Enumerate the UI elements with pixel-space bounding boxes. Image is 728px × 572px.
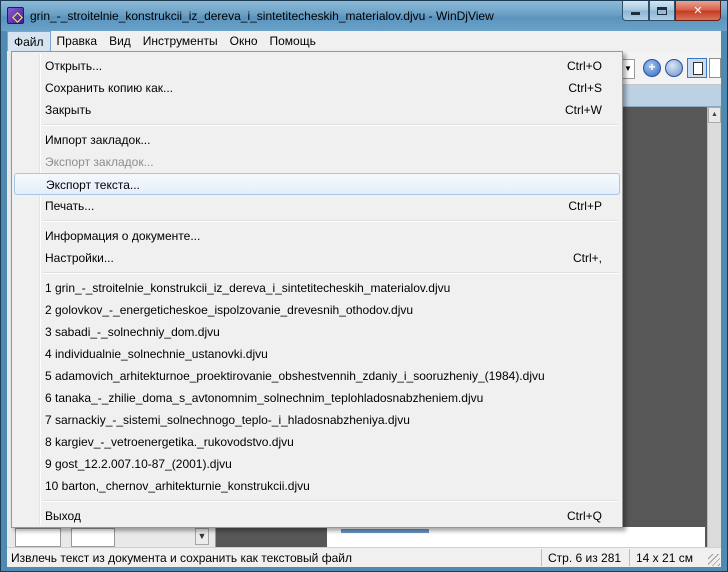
- recent-file-item[interactable]: 10 barton,_chernov_arhitekturnie_konstru…: [14, 475, 620, 497]
- recent-file-label: 10 barton,_chernov_arhitekturnie_konstru…: [45, 479, 310, 493]
- menu-item-label: Настройки...: [45, 251, 114, 265]
- menu-item-import-bookmarks[interactable]: Импорт закладок...: [14, 129, 620, 151]
- recent-file-label: 7 sarnackiy_-_sistemi_solnechnogo_teplo-…: [45, 413, 410, 427]
- recent-file-item[interactable]: 1 grin_-_stroitelnie_konstrukcii_iz_dere…: [14, 277, 620, 299]
- window-title: grin_-_stroitelnie_konstrukcii_iz_dereva…: [30, 9, 494, 23]
- app-window: grin_-_stroitelnie_konstrukcii_iz_dereva…: [0, 0, 728, 572]
- menu-item-open[interactable]: Открыть... Ctrl+O: [14, 55, 620, 77]
- minimize-button[interactable]: [622, 1, 649, 21]
- recent-file-label: 4 individualnie_solnechnie_ustanovki.djv…: [45, 347, 268, 361]
- menu-item-document-info[interactable]: Информация о документе...: [14, 225, 620, 247]
- resize-grip-icon[interactable]: [708, 554, 720, 566]
- menu-item-shortcut: Ctrl+P: [568, 199, 602, 213]
- menu-window[interactable]: Окно: [224, 31, 264, 51]
- menu-separator: [42, 272, 618, 274]
- menu-item-shortcut: Ctrl+,: [572, 251, 602, 265]
- recent-file-item[interactable]: 9 gost_12.2.007.10-87_(2001).djvu: [14, 453, 620, 475]
- menu-item-save-copy[interactable]: Сохранить копию как... Ctrl+S: [14, 77, 620, 99]
- fit-page-icon[interactable]: [665, 59, 683, 77]
- status-page-size: 14 x 21 см: [629, 549, 699, 566]
- menu-item-label: Импорт закладок...: [45, 133, 151, 147]
- menu-item-close[interactable]: Закрыть Ctrl+W: [14, 99, 620, 121]
- menu-item-settings[interactable]: Настройки... Ctrl+,: [14, 247, 620, 269]
- recent-file-item[interactable]: 7 sarnackiy_-_sistemi_solnechnogo_teplo-…: [14, 409, 620, 431]
- page-thumbnail[interactable]: [71, 528, 115, 547]
- menu-item-label: Сохранить копию как...: [45, 81, 173, 95]
- menu-bar: Файл Правка Вид Инструменты Окно Помощь: [7, 31, 721, 51]
- recent-file-item[interactable]: 8 kargiev_-_vetroenergetika._rukovodstvo…: [14, 431, 620, 453]
- menu-separator: [42, 220, 618, 222]
- single-page-button[interactable]: [687, 58, 707, 78]
- menu-item-label: Открыть...: [45, 59, 103, 73]
- file-menu-dropdown: Открыть... Ctrl+O Сохранить копию как...…: [11, 51, 623, 528]
- menu-item-label: Информация о документе...: [45, 229, 201, 243]
- menu-item-shortcut: Ctrl+S: [568, 81, 602, 95]
- menu-separator: [42, 124, 618, 126]
- window-controls: ✕: [622, 1, 721, 21]
- status-bar: Извлечь текст из документа и сохранить к…: [7, 547, 721, 567]
- menu-item-label: Экспорт текста...: [46, 178, 140, 192]
- maximize-icon: [657, 6, 667, 15]
- recent-file-label: 6 tanaka_-_zhilie_doma_s_avtonomnim_soln…: [45, 391, 484, 405]
- status-hint: Извлечь текст из документа и сохранить к…: [11, 551, 352, 565]
- menu-item-print[interactable]: Печать... Ctrl+P: [14, 195, 620, 217]
- recent-file-label: 3 sabadi_-_solnechniy_dom.djvu: [45, 325, 220, 339]
- close-button[interactable]: ✕: [675, 1, 721, 21]
- menu-help[interactable]: Помощь: [264, 31, 322, 51]
- status-page: Стр. 6 из 281: [541, 549, 627, 566]
- windjview-app-icon[interactable]: [7, 7, 24, 24]
- recent-file-label: 2 golovkov_-_energeticheskoe_ispolzovani…: [45, 303, 414, 317]
- recent-file-item[interactable]: 3 sabadi_-_solnechniy_dom.djvu: [14, 321, 620, 343]
- menu-file[interactable]: Файл: [7, 31, 51, 51]
- menu-item-export-text[interactable]: Экспорт текста...: [14, 173, 620, 195]
- close-icon: ✕: [693, 5, 703, 17]
- page-highlight: [341, 529, 429, 533]
- single-page-icon: [693, 62, 703, 75]
- menu-item-label: Печать...: [45, 199, 95, 213]
- menu-view[interactable]: Вид: [103, 31, 137, 51]
- menu-item-label: Закрыть: [45, 103, 92, 117]
- document-tab-strip[interactable]: [621, 85, 721, 107]
- menu-item-export-bookmarks: Экспорт закладок...: [14, 151, 620, 173]
- menu-separator: [42, 500, 618, 502]
- zoom-in-button[interactable]: +: [643, 59, 661, 77]
- minimize-icon: [631, 12, 640, 15]
- toolbar: ▼ +: [621, 51, 721, 85]
- recent-file-label: 9 gost_12.2.007.10-87_(2001).djvu: [45, 457, 232, 471]
- maximize-button[interactable]: [649, 1, 675, 21]
- scroll-down-icon[interactable]: ▼: [195, 528, 209, 545]
- zoom-dropdown-arrow-icon[interactable]: ▼: [621, 59, 635, 79]
- page-thumbnail[interactable]: [15, 528, 61, 547]
- recent-file-item[interactable]: 6 tanaka_-_zhilie_doma_s_avtonomnim_soln…: [14, 387, 620, 409]
- menu-item-shortcut: Ctrl+O: [566, 59, 602, 73]
- menu-item-exit[interactable]: Выход Ctrl+Q: [14, 505, 620, 527]
- menu-item-label: Выход: [45, 509, 81, 523]
- menu-item-shortcut: Ctrl+Q: [566, 509, 602, 523]
- recent-file-label: 8 kargiev_-_vetroenergetika._rukovodstvo…: [45, 435, 294, 449]
- menu-item-shortcut: Ctrl+W: [565, 103, 602, 117]
- recent-file-label: 1 grin_-_stroitelnie_konstrukcii_iz_dere…: [45, 281, 451, 295]
- menu-edit[interactable]: Правка: [51, 31, 104, 51]
- recent-file-item[interactable]: 4 individualnie_solnechnie_ustanovki.djv…: [14, 343, 620, 365]
- menu-item-label: Экспорт закладок...: [45, 155, 154, 169]
- scroll-up-icon[interactable]: ▲: [708, 107, 721, 123]
- continuous-page-button[interactable]: [709, 58, 721, 78]
- menu-tools[interactable]: Инструменты: [137, 31, 224, 51]
- recent-file-label: 5 adamovich_arhitekturnoe_proektirovanie…: [45, 369, 545, 383]
- title-bar[interactable]: grin_-_stroitelnie_konstrukcii_iz_dereva…: [1, 1, 727, 31]
- recent-file-item[interactable]: 5 adamovich_arhitekturnoe_proektirovanie…: [14, 365, 620, 387]
- vertical-scrollbar[interactable]: ▲: [707, 107, 721, 547]
- recent-file-item[interactable]: 2 golovkov_-_energeticheskoe_ispolzovani…: [14, 299, 620, 321]
